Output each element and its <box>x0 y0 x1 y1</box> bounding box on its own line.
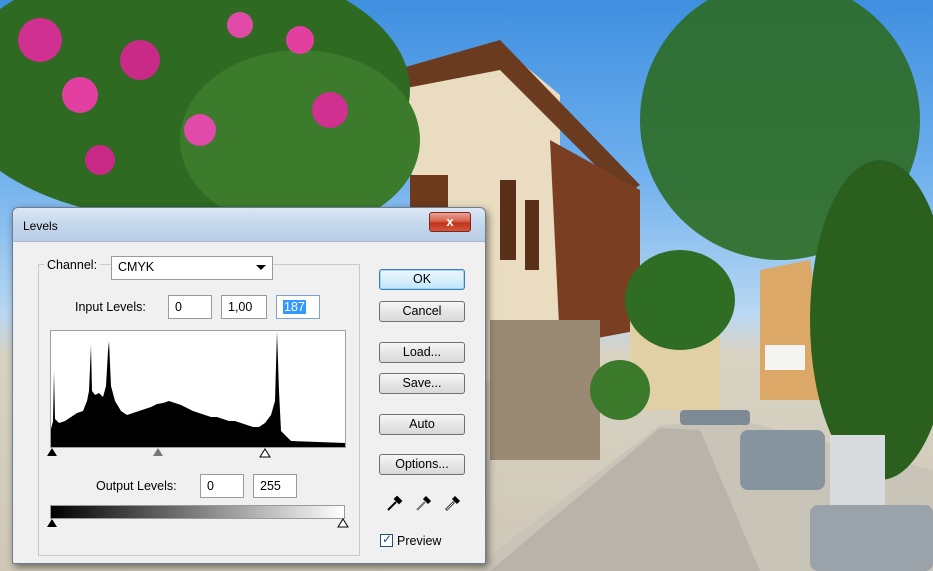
output-black-value: 0 <box>207 479 214 493</box>
histogram-shape <box>51 331 345 447</box>
ok-button[interactable]: OK <box>379 269 465 290</box>
black-eyedropper-icon[interactable] <box>386 494 404 512</box>
channel-select[interactable]: CMYK <box>111 256 273 280</box>
output-gradient-bar <box>50 505 345 519</box>
input-black-value: 0 <box>175 300 182 314</box>
save-button[interactable]: Save... <box>379 373 465 394</box>
dialog-titlebar[interactable]: Levels x <box>13 208 485 242</box>
input-white-field[interactable]: 187 <box>276 295 320 319</box>
preview-label[interactable]: Preview <box>397 534 441 548</box>
white-eyedropper-icon[interactable] <box>444 494 462 512</box>
input-slider-track[interactable] <box>47 448 337 460</box>
channel-label: Channel: <box>44 258 101 272</box>
options-button[interactable]: Options... <box>379 454 465 475</box>
input-gamma-value: 1,00 <box>228 300 253 314</box>
input-black-slider[interactable] <box>47 448 57 456</box>
load-button[interactable]: Load... <box>379 342 465 363</box>
histogram-panel <box>50 330 346 448</box>
gray-eyedropper-icon[interactable] <box>415 494 433 512</box>
input-gamma-field[interactable]: 1,00 <box>221 295 267 319</box>
close-button[interactable]: x <box>429 212 471 232</box>
input-white-slider[interactable] <box>259 448 271 458</box>
input-black-field[interactable]: 0 <box>168 295 212 319</box>
output-white-field[interactable]: 255 <box>253 474 297 498</box>
close-icon: x <box>446 214 454 229</box>
dialog-title: Levels <box>23 219 58 233</box>
channel-value: CMYK <box>118 260 155 274</box>
output-levels-label: Output Levels: <box>96 479 177 493</box>
output-black-slider[interactable] <box>47 519 57 527</box>
output-white-value: 255 <box>260 479 281 493</box>
dropdown-arrow-icon <box>256 265 266 270</box>
input-gamma-slider[interactable] <box>153 448 163 456</box>
cancel-button[interactable]: Cancel <box>379 301 465 322</box>
output-black-field[interactable]: 0 <box>200 474 244 498</box>
auto-button[interactable]: Auto <box>379 414 465 435</box>
histogram-graph <box>51 331 345 447</box>
input-white-value: 187 <box>283 300 306 314</box>
preview-checkbox[interactable] <box>380 532 393 547</box>
input-levels-label: Input Levels: <box>75 300 146 314</box>
output-white-slider[interactable] <box>337 518 349 528</box>
